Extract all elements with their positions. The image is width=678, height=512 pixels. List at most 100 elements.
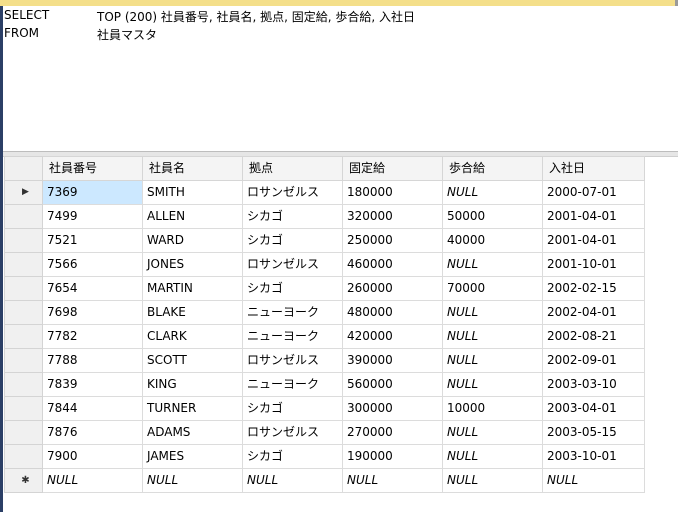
row-selector[interactable] [4,228,43,253]
grid-cell[interactable]: 560000 [342,372,443,397]
row-selector[interactable] [4,420,43,445]
grid-cell[interactable]: NULL [542,468,645,493]
grid-cell[interactable]: ニューヨーク [242,324,343,349]
grid-cell[interactable]: TURNER [142,396,243,421]
grid-cell[interactable]: 180000 [342,180,443,205]
grid-cell[interactable]: ロサンゼルス [242,252,343,277]
grid-cell-selected[interactable]: 7369 [42,180,143,205]
grid-cell[interactable]: 7900 [42,444,143,469]
table-row[interactable]: 7499 ALLEN シカゴ 320000 50000 2001-04-01 [4,204,645,229]
grid-cell[interactable]: 40000 [442,228,543,253]
grid-corner[interactable] [4,156,43,181]
grid-cell[interactable]: 50000 [442,204,543,229]
grid-cell[interactable]: ADAMS [142,420,243,445]
grid-cell[interactable]: 7876 [42,420,143,445]
grid-cell[interactable]: NULL [342,468,443,493]
grid-cell[interactable]: SMITH [142,180,243,205]
grid-cell[interactable]: ニューヨーク [242,300,343,325]
grid-cell[interactable]: NULL [442,372,543,397]
grid-cell[interactable]: 2002-04-01 [542,300,645,325]
column-header[interactable]: 社員番号 [42,156,143,181]
grid-cell[interactable]: BLAKE [142,300,243,325]
grid-cell[interactable]: 2003-05-15 [542,420,645,445]
grid-cell[interactable]: 2001-10-01 [542,252,645,277]
column-header[interactable]: 固定給 [342,156,443,181]
grid-cell[interactable]: 2002-02-15 [542,276,645,301]
grid-cell[interactable]: 7788 [42,348,143,373]
row-selector[interactable] [4,252,43,277]
grid-cell[interactable]: シカゴ [242,276,343,301]
row-selector[interactable] [4,396,43,421]
table-row[interactable]: 7844 TURNER シカゴ 300000 10000 2003-04-01 [4,396,645,421]
grid-cell[interactable]: シカゴ [242,228,343,253]
row-selector[interactable] [4,348,43,373]
grid-cell[interactable]: 320000 [342,204,443,229]
row-selector[interactable] [4,372,43,397]
grid-cell[interactable]: NULL [442,348,543,373]
grid-cell[interactable]: CLARK [142,324,243,349]
grid-cell[interactable]: ALLEN [142,204,243,229]
grid-cell[interactable]: 7844 [42,396,143,421]
table-row[interactable]: 7698 BLAKE ニューヨーク 480000 NULL 2002-04-01 [4,300,645,325]
grid-cell[interactable]: 7654 [42,276,143,301]
grid-cell[interactable]: MARTIN [142,276,243,301]
grid-cell[interactable]: 480000 [342,300,443,325]
grid-cell[interactable]: NULL [442,468,543,493]
grid-cell[interactable]: 7782 [42,324,143,349]
table-row[interactable]: 7566 JONES ロサンゼルス 460000 NULL 2001-10-01 [4,252,645,277]
grid-cell[interactable]: シカゴ [242,396,343,421]
grid-cell[interactable]: 2000-07-01 [542,180,645,205]
table-row[interactable]: 7839 KING ニューヨーク 560000 NULL 2003-03-10 [4,372,645,397]
grid-cell[interactable]: NULL [42,468,143,493]
grid-cell[interactable]: ロサンゼルス [242,180,343,205]
sql-editor[interactable]: SELECT TOP (200) 社員番号, 社員名, 拠点, 固定給, 歩合給… [4,8,678,150]
table-row[interactable]: ▶ 7369 SMITH ロサンゼルス 180000 NULL 2000-07-01 [4,180,645,205]
grid-cell[interactable]: 2001-04-01 [542,228,645,253]
grid-cell[interactable]: ロサンゼルス [242,348,343,373]
grid-cell[interactable]: ニューヨーク [242,372,343,397]
grid-cell[interactable]: NULL [442,444,543,469]
grid-cell[interactable]: 300000 [342,396,443,421]
grid-cell[interactable]: 190000 [342,444,443,469]
table-row[interactable]: 7900 JAMES シカゴ 190000 NULL 2003-10-01 [4,444,645,469]
table-row[interactable]: 7782 CLARK ニューヨーク 420000 NULL 2002-08-21 [4,324,645,349]
table-row[interactable]: 7876 ADAMS ロサンゼルス 270000 NULL 2003-05-15 [4,420,645,445]
grid-cell[interactable]: ロサンゼルス [242,420,343,445]
grid-cell[interactable]: 10000 [442,396,543,421]
row-selector[interactable] [4,276,43,301]
grid-cell[interactable]: 2003-10-01 [542,444,645,469]
grid-cell[interactable]: 420000 [342,324,443,349]
grid-cell[interactable]: NULL [142,468,243,493]
grid-cell[interactable]: 250000 [342,228,443,253]
column-header[interactable]: 歩合給 [442,156,543,181]
grid-cell[interactable]: シカゴ [242,444,343,469]
grid-cell[interactable]: JONES [142,252,243,277]
grid-cell[interactable]: NULL [442,420,543,445]
row-selector[interactable]: ▶ [4,180,43,205]
grid-cell[interactable]: WARD [142,228,243,253]
grid-cell[interactable]: KING [142,372,243,397]
grid-cell[interactable]: 260000 [342,276,443,301]
grid-cell[interactable]: シカゴ [242,204,343,229]
grid-cell[interactable]: 7566 [42,252,143,277]
row-selector[interactable] [4,444,43,469]
table-row[interactable]: 7521 WARD シカゴ 250000 40000 2001-04-01 [4,228,645,253]
grid-cell[interactable]: 390000 [342,348,443,373]
row-selector[interactable] [4,300,43,325]
grid-cell[interactable]: 270000 [342,420,443,445]
grid-cell[interactable]: NULL [442,300,543,325]
table-row[interactable]: 7654 MARTIN シカゴ 260000 70000 2002-02-15 [4,276,645,301]
results-grid[interactable]: 社員番号 社員名 拠点 固定給 歩合給 入社日 ▶ 7369 SMITH ロサンゼルス… [4,156,645,493]
grid-cell[interactable]: NULL [442,180,543,205]
column-header[interactable]: 入社日 [542,156,645,181]
grid-cell[interactable]: JAMES [142,444,243,469]
grid-cell[interactable]: 2002-09-01 [542,348,645,373]
row-selector[interactable]: ✱ [4,468,43,493]
grid-cell[interactable]: 7839 [42,372,143,397]
grid-cell[interactable]: 7698 [42,300,143,325]
grid-cell[interactable]: 2003-04-01 [542,396,645,421]
grid-cell[interactable]: 2002-08-21 [542,324,645,349]
grid-cell[interactable]: NULL [442,252,543,277]
grid-cell[interactable]: 70000 [442,276,543,301]
column-header[interactable]: 社員名 [142,156,243,181]
